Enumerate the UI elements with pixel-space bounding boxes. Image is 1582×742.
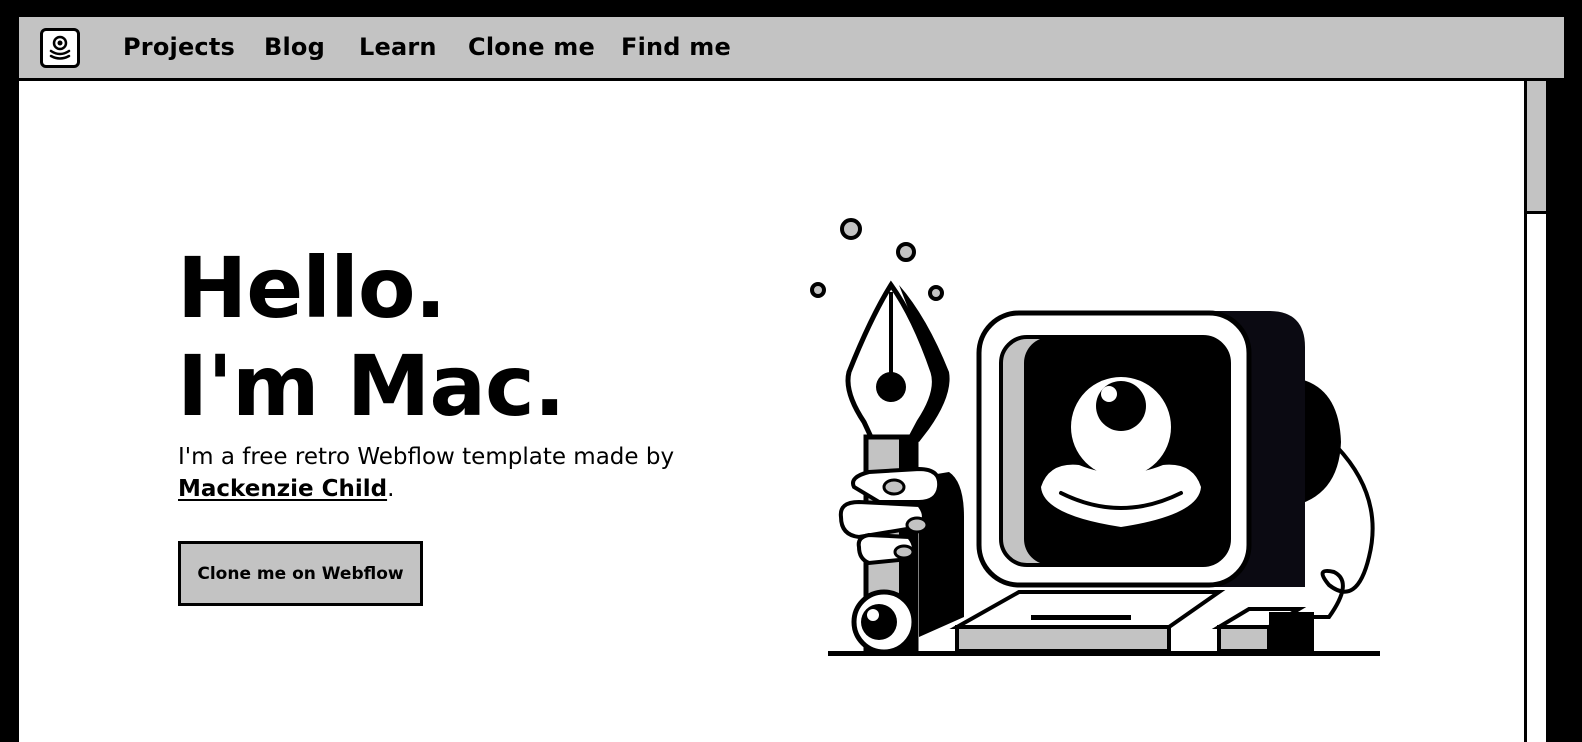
hero-subtitle: I'm a free retro Webflow template made b… xyxy=(178,441,778,505)
bubble-icon xyxy=(810,282,826,298)
scrollbar-track[interactable] xyxy=(1524,81,1546,742)
logo-icon[interactable] xyxy=(40,28,80,68)
hero-title-line-1: Hello. xyxy=(177,239,446,337)
clone-on-webflow-button[interactable]: Clone me on Webflow xyxy=(178,541,423,606)
hero-title-line-2: I'm Mac. xyxy=(177,337,566,435)
scrollbar-thumb[interactable] xyxy=(1527,81,1546,214)
window-edge xyxy=(1546,81,1564,742)
hero-title: Hello. I'm Mac. xyxy=(177,239,566,435)
bubble-icon xyxy=(928,285,944,301)
bubble-icon xyxy=(896,242,916,262)
navbar: Projects Blog Learn Clone me Find me xyxy=(19,17,1564,81)
nav-link-learn[interactable]: Learn xyxy=(359,33,437,61)
retro-computer-illustration xyxy=(810,218,1380,656)
nav-link-find-me[interactable]: Find me xyxy=(621,33,731,61)
browser-window: Projects Blog Learn Clone me Find me Hel… xyxy=(19,17,1564,742)
nav-link-blog[interactable]: Blog xyxy=(264,33,325,61)
bubble-icon xyxy=(840,218,862,240)
hero-subtitle-text: I'm a free retro Webflow template made b… xyxy=(178,444,675,470)
author-link[interactable]: Mackenzie Child xyxy=(178,476,387,502)
nav-link-clone-me[interactable]: Clone me xyxy=(468,33,595,61)
hero-subtitle-end: . xyxy=(387,476,395,502)
nav-link-projects[interactable]: Projects xyxy=(123,33,235,61)
